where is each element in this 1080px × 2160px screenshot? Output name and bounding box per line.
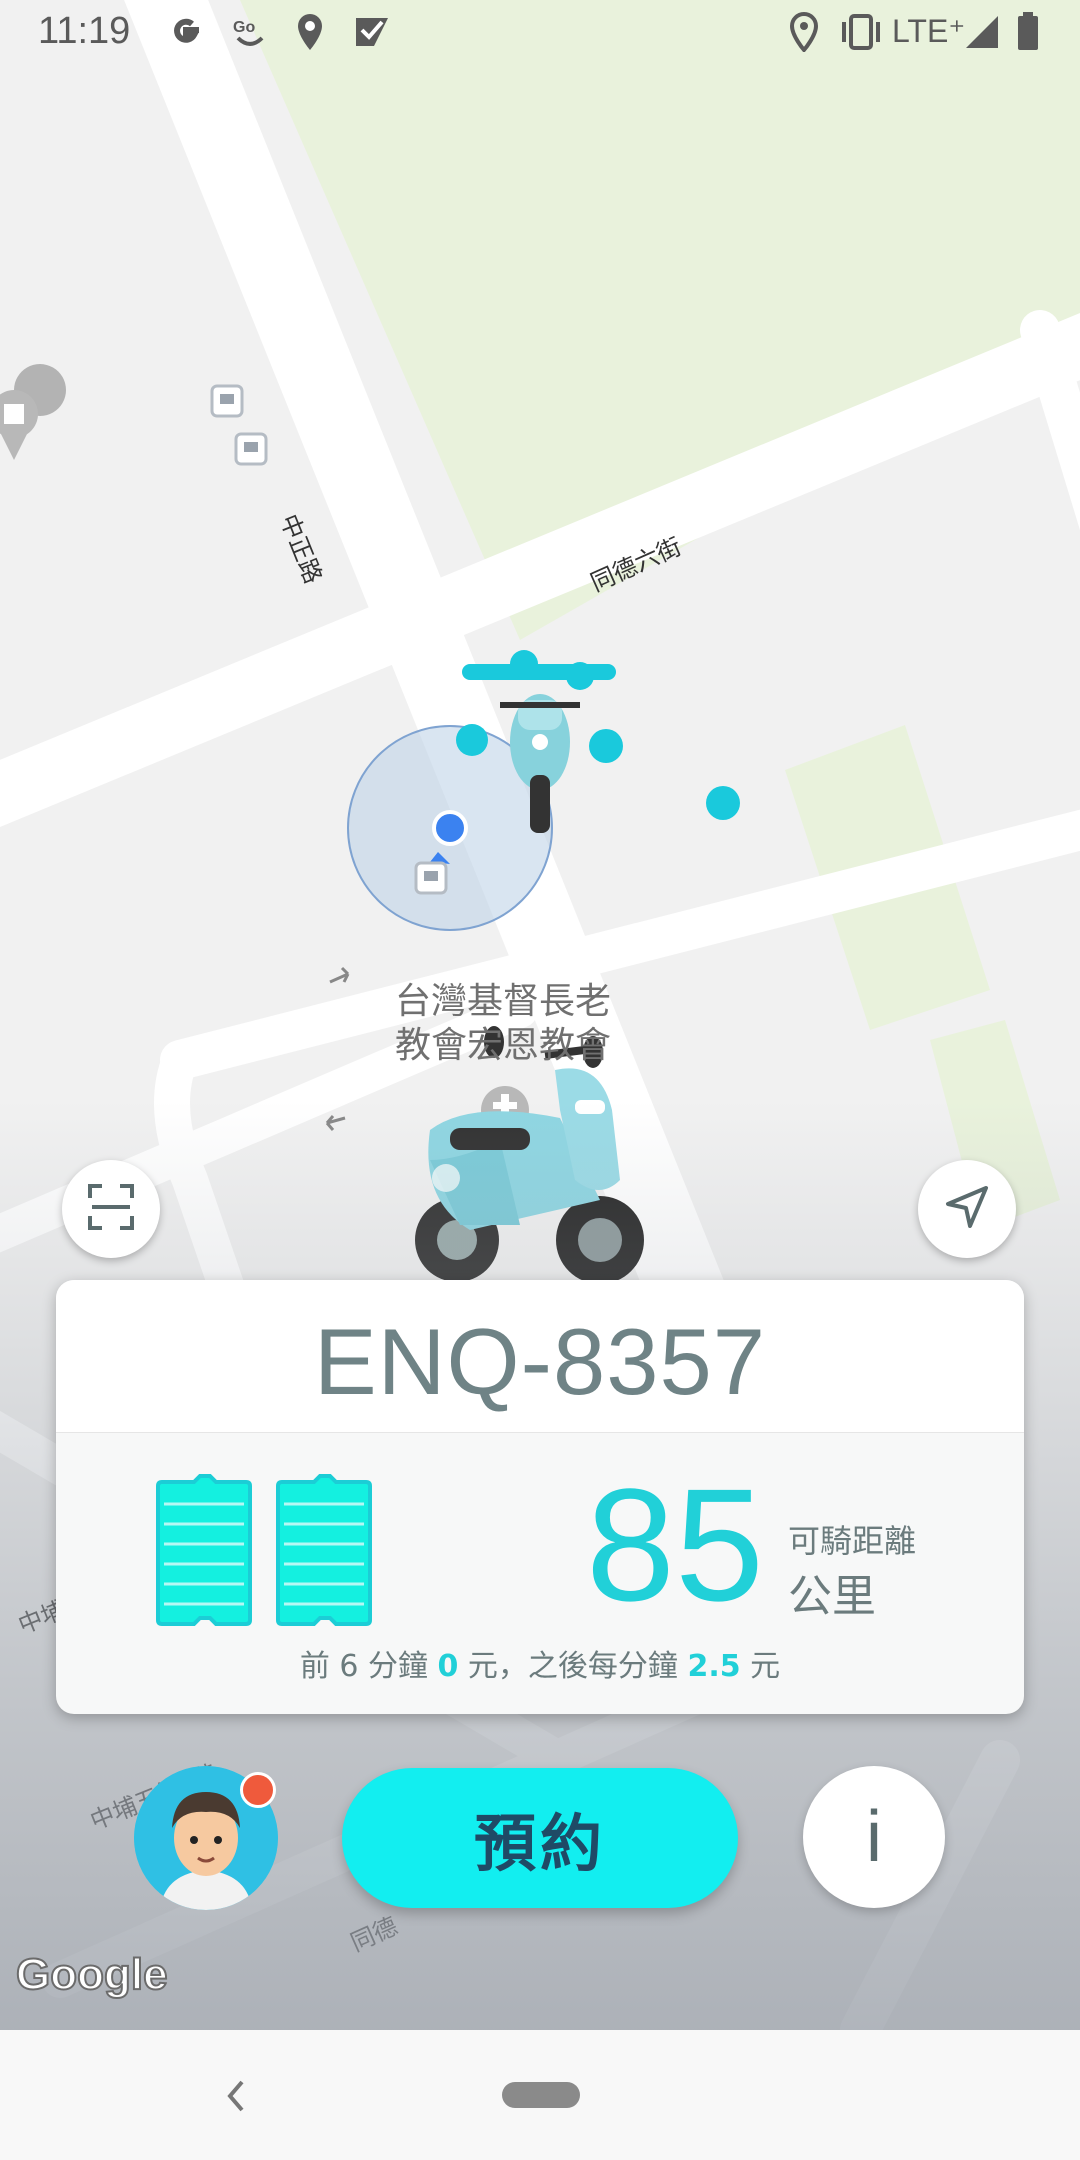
- fare-free-value: 0: [437, 1649, 459, 1684]
- range-unit: 公里: [788, 1571, 876, 1622]
- battery-1: [156, 1474, 252, 1626]
- battery-icon: [1010, 10, 1046, 54]
- google-g-icon: [164, 10, 208, 54]
- scooter-info-card: ENQ-8357 85 可騎距離 公里 前 6 分鐘 0 元，之後每分鐘 2.5…: [56, 1280, 1024, 1714]
- google-logo: Google: [15, 1949, 169, 2000]
- system-nav-bar: [0, 2030, 1080, 2160]
- battery-2: [276, 1474, 372, 1626]
- tasks-check-icon: [350, 10, 394, 54]
- poi-line-2: 教會宏恩教會: [394, 1025, 611, 1066]
- notification-dot: [240, 1772, 276, 1808]
- fare-text-1: 前 6 分鐘: [299, 1649, 438, 1684]
- location-pin-icon: [786, 10, 822, 54]
- info-button[interactable]: i: [803, 1766, 945, 1908]
- poi-label-church: 台灣基督長老 教會宏恩教會: [368, 980, 638, 1068]
- svg-text:Go: Go: [233, 19, 255, 36]
- back-chevron-icon[interactable]: [222, 2076, 252, 2116]
- scan-frame-icon: [86, 1182, 136, 1236]
- battery-indicator: [156, 1474, 386, 1630]
- range-label: 可騎距離: [788, 1522, 917, 1560]
- battery-icons: [156, 1474, 372, 1626]
- reserve-label: 預約: [473, 1807, 606, 1880]
- navigation-arrow-icon: [944, 1184, 990, 1234]
- fare-text-2: 元，之後每分鐘: [458, 1649, 688, 1684]
- home-pill-icon[interactable]: [502, 2082, 580, 2108]
- location-pin-icon: [290, 10, 330, 54]
- fare-info: 前 6 分鐘 0 元，之後每分鐘 2.5 元: [56, 1641, 1024, 1685]
- fare-rate-value: 2.5: [687, 1649, 741, 1684]
- vibrate-icon: [836, 10, 886, 54]
- scan-button[interactable]: [62, 1160, 160, 1258]
- status-bar: 11:19 Go LTE⁺: [0, 0, 1080, 66]
- gogoro-go-icon: Go: [228, 10, 272, 54]
- signal-icon: [962, 10, 1002, 54]
- network-type: LTE⁺: [892, 13, 966, 49]
- fare-text-3: 元: [740, 1649, 781, 1684]
- card-header: ENQ-8357: [56, 1280, 1024, 1433]
- map-view[interactable]: 中正路 同德六街 中埔 中埔五街1巷 同德 台灣基督長老 教會宏恩教會: [0, 0, 1080, 2030]
- plate-number: ENQ-8357: [313, 1309, 767, 1414]
- locate-me-button[interactable]: [918, 1160, 1016, 1258]
- info-icon: i: [866, 1797, 882, 1877]
- range-value: 85: [586, 1455, 764, 1634]
- status-time: 11:19: [38, 10, 131, 52]
- reserve-button[interactable]: 預約: [342, 1768, 738, 1908]
- poi-line-1: 台灣基督長老: [394, 981, 611, 1022]
